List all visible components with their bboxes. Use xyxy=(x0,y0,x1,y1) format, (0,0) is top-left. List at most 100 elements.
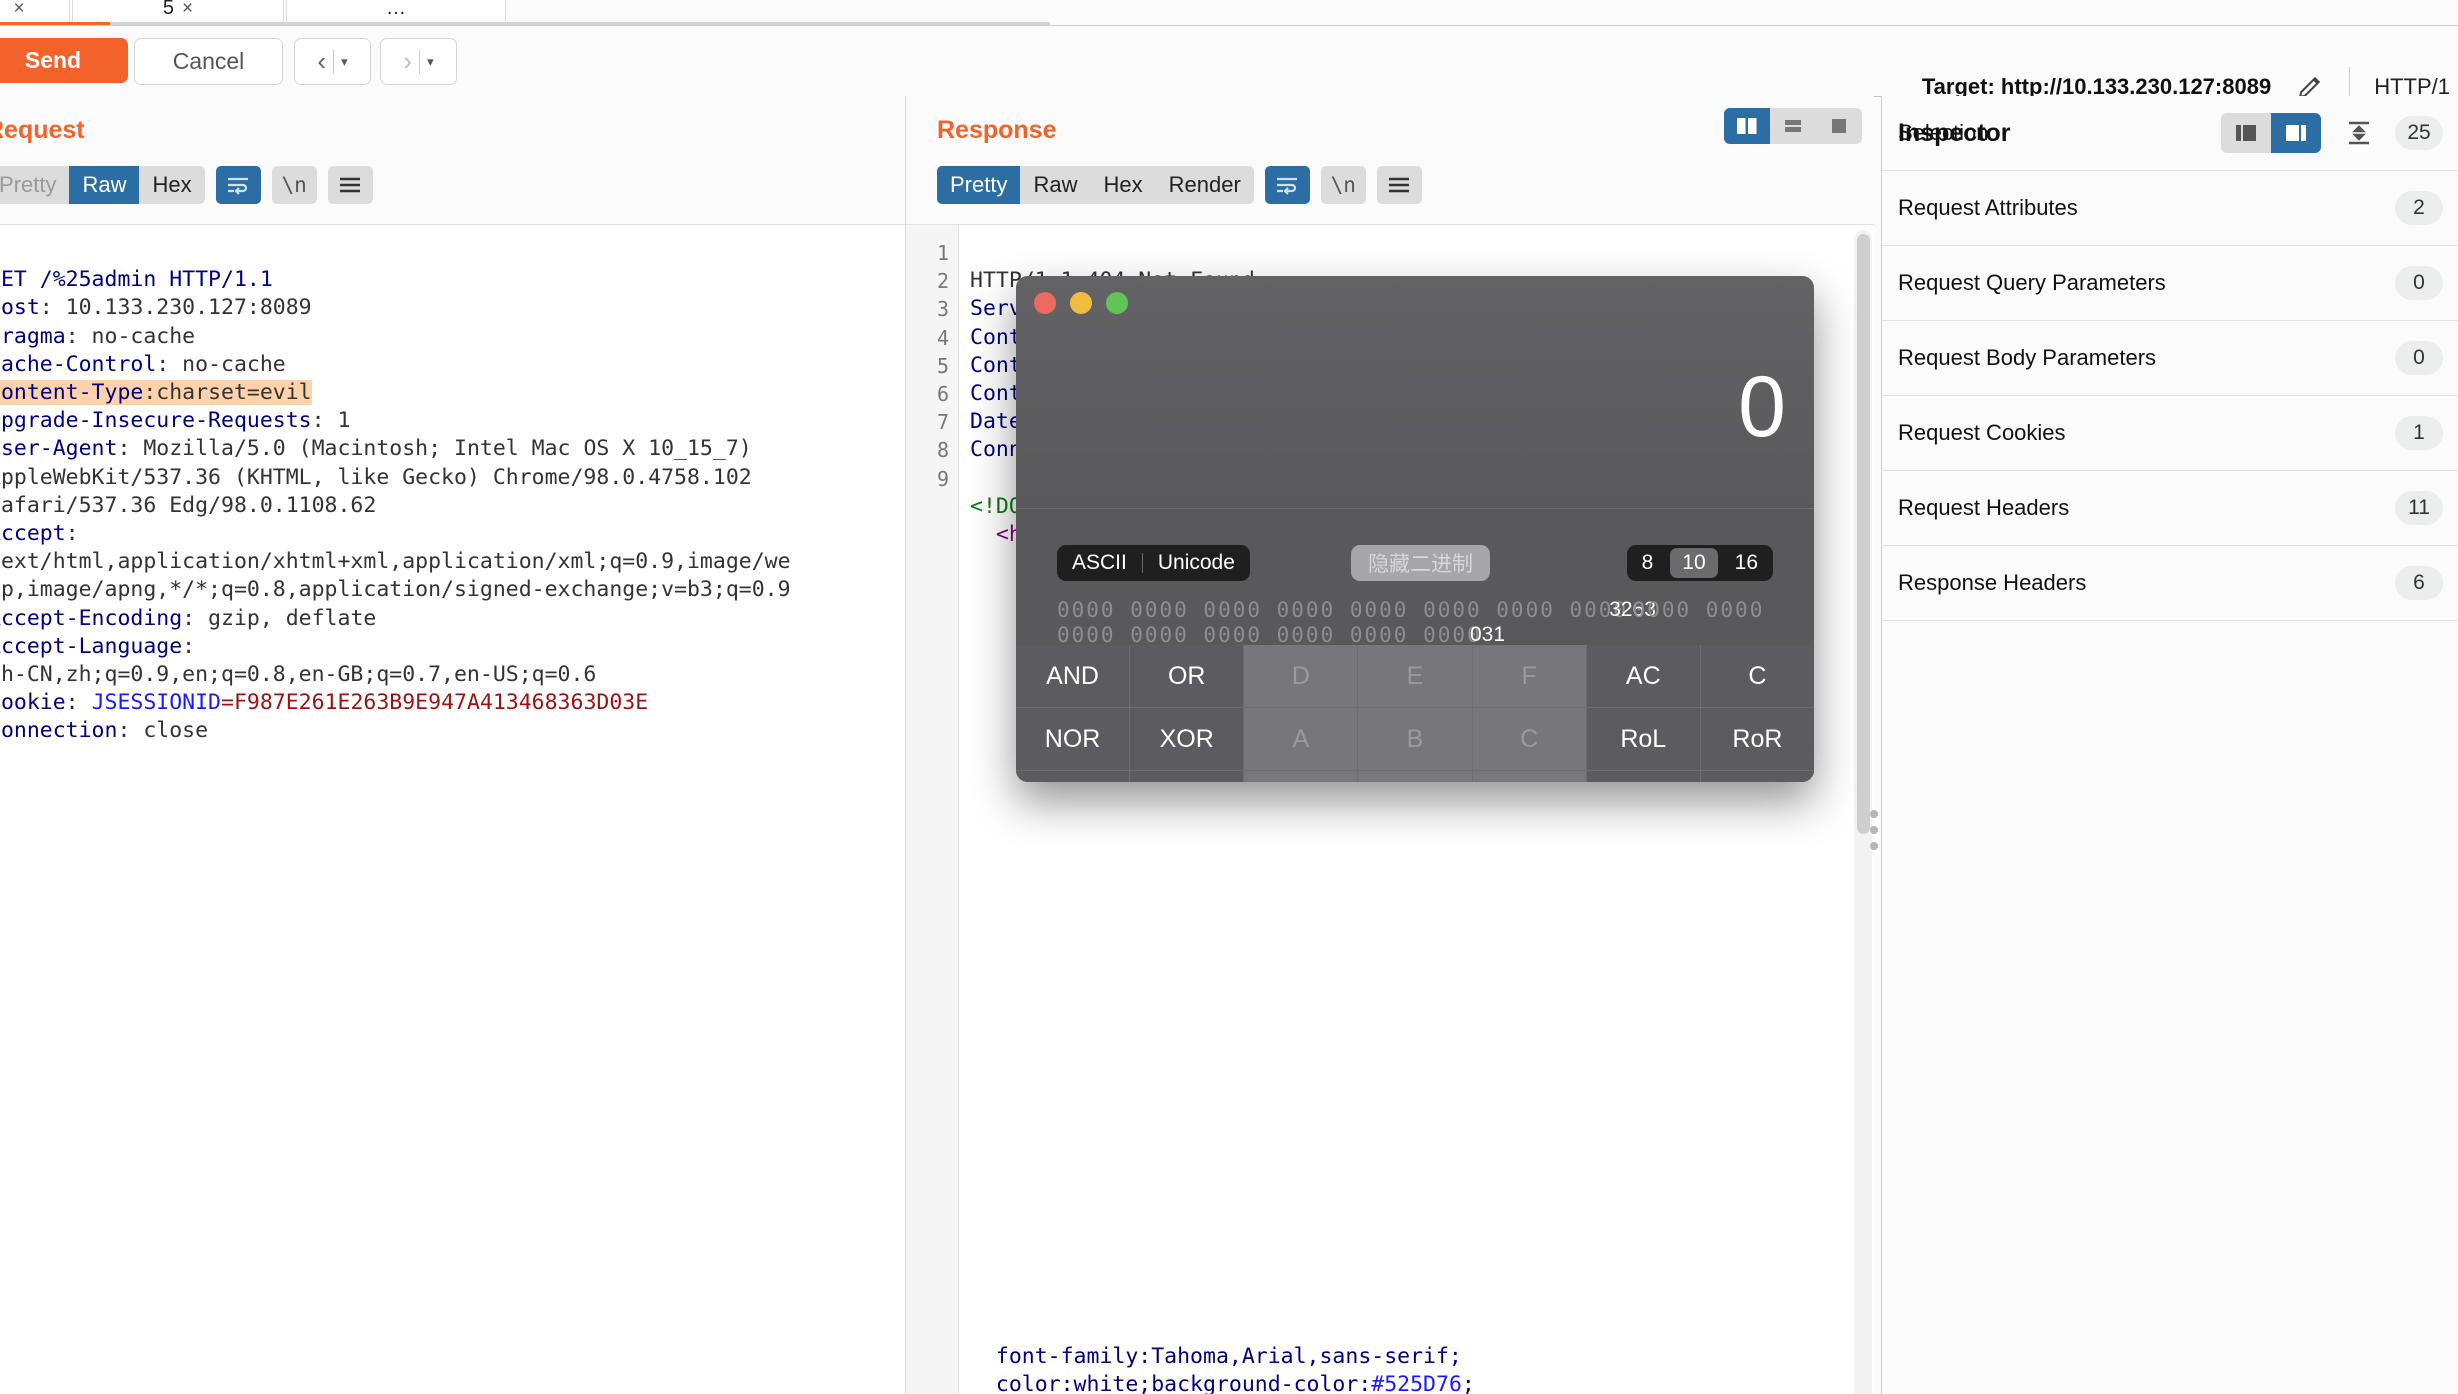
request-line: Safari/537.36 Edg/98.0.1108.62 xyxy=(0,492,377,518)
tab-response-hex[interactable]: Hex xyxy=(1090,166,1155,204)
key-ror[interactable]: RoR xyxy=(1700,708,1814,770)
hide-binary-button[interactable]: 隐藏二进制 xyxy=(1351,545,1490,581)
inspector-row-count: 0 xyxy=(2395,266,2443,300)
divider xyxy=(333,49,335,74)
menu-icon[interactable] xyxy=(327,166,373,204)
maximize-window-icon[interactable] xyxy=(1106,292,1128,314)
tab-item-1[interactable]: × xyxy=(0,0,70,22)
tab-request-hex[interactable]: Hex xyxy=(139,166,204,204)
inspector-row-count: 25 xyxy=(2395,116,2443,150)
split-horizontal-icon[interactable] xyxy=(1770,108,1816,144)
response-view-toggles xyxy=(1724,108,1862,144)
base-16-option[interactable]: 16 xyxy=(1720,551,1773,575)
chevron-down-icon[interactable]: ▾ xyxy=(341,54,348,70)
burp-repeater-window: × 5 × … Send Cancel ‹ ▾ › ▾ Target: http… xyxy=(0,0,2458,1394)
programmer-calculator-window[interactable]: 0 ASCII Unicode 隐藏二进制 8 10 16 0000 0000 … xyxy=(1016,276,1814,782)
inspector-row-selection[interactable]: Selection 25 xyxy=(1882,96,2458,171)
wrap-lines-icon[interactable] xyxy=(1264,166,1310,204)
menu-icon[interactable] xyxy=(1376,166,1422,204)
minimize-window-icon[interactable] xyxy=(1070,292,1092,314)
key-or[interactable]: OR xyxy=(1130,645,1244,707)
request-pane: Request Pretty Raw Hex \n xyxy=(0,96,906,1394)
key-8[interactable]: 8 xyxy=(1358,771,1472,782)
key-ones-complement[interactable]: 1’s xyxy=(1700,771,1814,782)
tab-item-more[interactable]: … xyxy=(286,0,506,22)
inspector-row-request-cookies[interactable]: Request Cookies 1 xyxy=(1882,396,2458,471)
window-controls xyxy=(1034,292,1128,314)
key-d[interactable]: D xyxy=(1244,645,1358,707)
newline-icon[interactable]: \n xyxy=(271,166,317,204)
inspector-row-count: 2 xyxy=(2395,191,2443,225)
key-b[interactable]: B xyxy=(1358,708,1472,770)
chevron-down-icon[interactable]: ▾ xyxy=(427,54,434,70)
request-view-tabs: Pretty Raw Hex \n xyxy=(0,166,373,204)
response-format-tabs: Pretty Raw Hex Render \n xyxy=(937,166,1422,204)
key-shift-right[interactable]: >> xyxy=(1130,771,1244,782)
request-line-cookie: Cookie: JSESSIONID=F987E261E263B9E947A41… xyxy=(0,690,649,716)
single-pane-icon[interactable] xyxy=(1816,108,1862,144)
next-request-button[interactable]: › ▾ xyxy=(380,38,457,85)
line-number: 8 xyxy=(936,438,949,463)
line-number: 1 xyxy=(936,241,949,265)
key-shift-left[interactable]: << xyxy=(1016,771,1130,782)
tab-request-raw[interactable]: Raw xyxy=(69,166,140,204)
calculator-keypad: AND OR D E F AC C NOR XOR A B C RoL RoR … xyxy=(1016,645,1814,782)
line-number: 3 xyxy=(936,297,949,322)
base-10-option[interactable]: 10 xyxy=(1670,548,1718,578)
response-inspector-splitter[interactable] xyxy=(1870,810,1878,850)
close-icon[interactable]: × xyxy=(13,0,24,20)
split-vertical-icon[interactable] xyxy=(1724,108,1770,144)
key-a[interactable]: A xyxy=(1244,708,1358,770)
request-line: bp,image/apng,*/*;q=0.8,application/sign… xyxy=(0,577,791,603)
key-e[interactable]: E xyxy=(1358,645,1472,707)
ascii-toggle[interactable]: ASCII xyxy=(1057,551,1142,575)
key-c[interactable]: C xyxy=(1700,645,1814,707)
tab-response-raw[interactable]: Raw xyxy=(1020,166,1090,204)
binary-bits-high: 0000 0000 0000 0000 0000 0000 0000 0000 xyxy=(1057,598,1629,622)
close-icon[interactable]: × xyxy=(182,0,193,20)
base-8-option[interactable]: 8 xyxy=(1627,551,1669,575)
inspector-row-request-body-parameters[interactable]: Request Body Parameters 0 xyxy=(1882,321,2458,396)
key-xor[interactable]: XOR xyxy=(1130,708,1244,770)
close-window-icon[interactable] xyxy=(1034,292,1056,314)
cancel-button[interactable]: Cancel xyxy=(134,38,283,85)
bit-index-32: 32 xyxy=(1609,598,1633,621)
key-twos-complement[interactable]: 2’s xyxy=(1586,771,1700,782)
bit-index-0: 0 xyxy=(1469,623,1482,646)
inspector-row-label: Request Query Parameters xyxy=(1898,270,2166,295)
key-f[interactable]: F xyxy=(1472,645,1586,707)
base-toggle: 8 10 16 xyxy=(1626,545,1773,581)
key-ac[interactable]: AC xyxy=(1586,645,1700,707)
tab-response-render[interactable]: Render xyxy=(1156,166,1254,204)
binary-row-high[interactable]: 0000 0000 0000 0000 0000 0000 0000 0000 xyxy=(1057,598,1633,622)
bit-index-31: 31 xyxy=(1481,623,1506,646)
inspector-row-request-headers[interactable]: Request Headers 11 xyxy=(1882,471,2458,546)
key-nor[interactable]: NOR xyxy=(1016,708,1130,770)
inspector-row-request-query-parameters[interactable]: Request Query Parameters 0 xyxy=(1882,246,2458,321)
response-scrollbar-thumb[interactable] xyxy=(1857,234,1870,834)
key-hex-c[interactable]: C xyxy=(1472,708,1586,770)
request-line: User-Agent: Mozilla/5.0 (Macintosh; Inte… xyxy=(0,436,752,462)
encoding-toggle: ASCII Unicode xyxy=(1057,545,1250,581)
inspector-row-label: Request Attributes xyxy=(1898,195,2078,220)
unicode-toggle[interactable]: Unicode xyxy=(1143,551,1250,575)
tab-request-pretty[interactable]: Pretty xyxy=(0,166,69,204)
key-rol[interactable]: RoL xyxy=(1586,708,1700,770)
inspector-panel: Inspector Selection 25 Request Attribute… xyxy=(1881,96,2458,1394)
response-title: Response xyxy=(937,116,1057,144)
tab-item-2[interactable]: 5 × xyxy=(72,0,284,22)
request-body-text[interactable]: GET /%25admin HTTP/1.1 Host: 10.133.230.… xyxy=(0,238,791,746)
wrap-lines-icon[interactable] xyxy=(215,166,261,204)
key-7[interactable]: 7 xyxy=(1244,771,1358,782)
cancel-button-label: Cancel xyxy=(172,48,245,74)
key-9[interactable]: 9 xyxy=(1472,771,1586,782)
previous-request-button[interactable]: ‹ ▾ xyxy=(294,38,371,85)
repeater-toolbar: Send Cancel ‹ ▾ › ▾ Target: http://10.13… xyxy=(0,26,2458,107)
key-and[interactable]: AND xyxy=(1016,645,1130,707)
newline-icon[interactable]: \n xyxy=(1320,166,1366,204)
inspector-row-request-attributes[interactable]: Request Attributes 2 xyxy=(1882,171,2458,246)
tab-response-pretty[interactable]: Pretty xyxy=(937,166,1021,204)
send-button[interactable]: Send xyxy=(0,38,128,83)
inspector-row-response-headers[interactable]: Response Headers 6 xyxy=(1882,546,2458,621)
line-number: 4 xyxy=(936,325,949,350)
